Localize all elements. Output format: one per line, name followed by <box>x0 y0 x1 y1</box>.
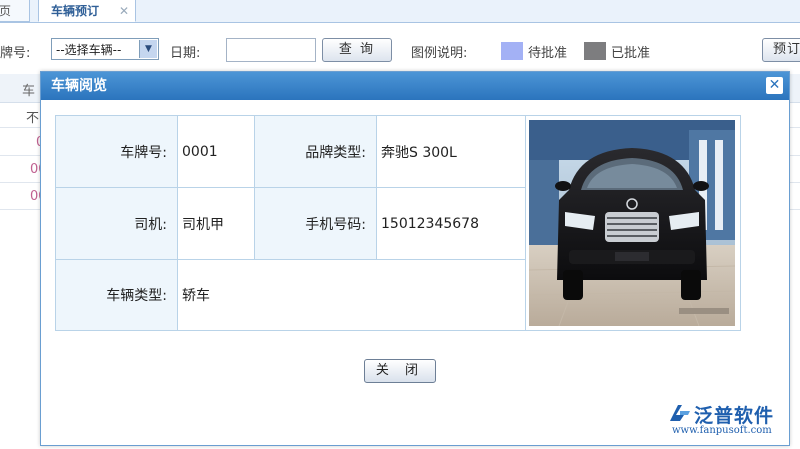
tab-vehicle-booking-label: 车辆预订 <box>51 4 100 18</box>
brand-name: 泛普软件 <box>694 405 775 427</box>
driver-value: 司机甲 <box>182 216 224 233</box>
phone-value: 15012345678 <box>381 215 479 232</box>
tab-close-icon[interactable]: ✕ <box>119 0 129 22</box>
plate-number-value: 0001 <box>182 143 218 160</box>
close-icon[interactable]: ✕ <box>766 77 783 94</box>
plate-label: 牌号: <box>0 46 31 61</box>
phone-value-cell: 15012345678 <box>377 188 526 260</box>
brand-logo-icon <box>670 405 690 421</box>
plate-number-label: 车牌号: <box>120 144 167 161</box>
plate-number-label-cell: 车牌号: <box>56 116 178 188</box>
brand-label: 品牌类型: <box>305 144 366 161</box>
vehicle-photo-cell <box>526 116 740 330</box>
tab-vehicle-booking[interactable]: 车辆预订 ✕ <box>38 0 136 22</box>
tab-home-label: 页 <box>0 4 12 18</box>
plate-number-value-cell: 0001 <box>178 116 255 188</box>
date-label: 日期: <box>170 46 201 61</box>
vehicle-select-value: --选择车辆-- <box>56 43 122 57</box>
legend-approved-swatch <box>584 42 606 60</box>
vehicle-info-table: 车牌号: 0001 品牌类型: 奔驰S 300L 司机: 司机甲 手机号码: 1… <box>55 115 741 331</box>
driver-label-cell: 司机: <box>56 188 178 260</box>
phone-label: 手机号码: <box>305 216 366 233</box>
grid-header-cell: 车 <box>22 84 36 99</box>
tab-bar: 页 车辆预订 ✕ <box>0 0 800 23</box>
driver-value-cell: 司机甲 <box>178 188 255 260</box>
search-toolbar: 牌号: --选择车辆-- ▼ 日期: 查 询 图例说明: 待批准 已批准 预订 <box>0 38 800 66</box>
car-image-icon <box>529 120 735 326</box>
driver-label: 司机: <box>134 216 167 233</box>
vehicle-type-label: 车辆类型: <box>106 288 167 304</box>
vehicle-type-value: 轿车 <box>182 288 210 304</box>
legend-pending-label: 待批准 <box>528 46 568 61</box>
query-button[interactable]: 查 询 <box>322 38 392 62</box>
legend-pending-swatch <box>501 42 523 60</box>
brand-watermark: 泛普软件 www.fanpusoft.com <box>668 401 792 441</box>
tab-home[interactable]: 页 <box>0 0 30 22</box>
chevron-down-icon[interactable]: ▼ <box>139 40 157 58</box>
phone-label-cell: 手机号码: <box>255 188 377 260</box>
legend-approved-label: 已批准 <box>611 46 651 61</box>
date-input[interactable] <box>226 38 316 62</box>
dialog-title: 车辆阅览 <box>51 78 107 94</box>
book-button[interactable]: 预订 <box>762 38 800 62</box>
close-button[interactable]: 关 闭 <box>364 359 436 383</box>
brand-value: 奔驰S 300L <box>381 144 457 161</box>
vehicle-preview-dialog: 车辆阅览 ✕ 车牌号: 0001 品牌类型: 奔驰S 300L 司机: 司机甲 … <box>40 71 790 446</box>
legend-label: 图例说明: <box>411 46 468 61</box>
dialog-title-bar[interactable]: 车辆阅览 ✕ <box>41 72 789 100</box>
brand-label-cell: 品牌类型: <box>255 116 377 188</box>
vehicle-select[interactable]: --选择车辆-- ▼ <box>51 38 159 60</box>
grid-cell: 不 <box>26 111 40 126</box>
vehicle-type-value-cell: 轿车 <box>178 260 526 330</box>
brand-url: www.fanpusoft.com <box>672 425 772 436</box>
vehicle-photo <box>529 120 735 326</box>
vehicle-type-label-cell: 车辆类型: <box>56 260 178 330</box>
brand-value-cell: 奔驰S 300L <box>377 116 526 188</box>
